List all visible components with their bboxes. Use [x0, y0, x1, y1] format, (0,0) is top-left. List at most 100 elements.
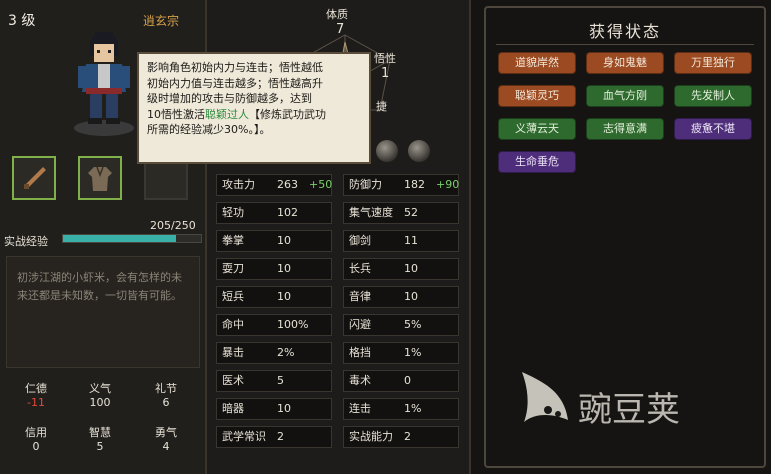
stat-row: 医术 5 [216, 370, 332, 392]
armor-slot[interactable] [78, 156, 122, 200]
stat-name: 闪避 [349, 318, 371, 331]
status-tag[interactable]: 先发制人 [674, 85, 752, 107]
stat-name: 暴击 [222, 346, 244, 359]
tooltip-line: 初始内力值与连击越多；悟性越高升 [147, 76, 323, 90]
stat-name: 耍刀 [222, 262, 244, 275]
tooltip-line: 10悟性激活聪颖过人【修炼武功武功 [147, 107, 361, 123]
status-tag[interactable]: 志得意满 [586, 118, 664, 140]
status-tag[interactable]: 疲惫不堪 [674, 118, 752, 140]
stat-value: 100% [277, 318, 309, 331]
status-tag[interactable]: 身如鬼魅 [586, 52, 664, 74]
virtue-value: 5 [96, 440, 104, 453]
tooltip-line: 所需的经验减少30%。】。 [147, 123, 271, 136]
weapon-slot[interactable] [12, 156, 56, 200]
tooltip-text: 【修炼武功武功 [249, 107, 326, 121]
virtue-value: -11 [27, 396, 45, 409]
tooltip-line: 影响角色初始内力与连击；悟性越低 [147, 61, 323, 74]
virtue-name: 智慧 [89, 426, 111, 439]
stat-row: 暴击 2% [216, 342, 332, 364]
stat-row: 御剑 11 [343, 230, 459, 252]
character-sect: 逍玄宗 [143, 14, 180, 28]
stat-row: 实战能力 2 [343, 426, 459, 448]
stat-name: 防御力 [349, 178, 382, 191]
stat-row: 暗器 10 [216, 398, 332, 420]
status-tag[interactable]: 聪颖灵巧 [498, 85, 576, 107]
attr-partial-label: 捷 [376, 100, 387, 113]
virtue-value: 100 [89, 396, 111, 409]
stat-name: 毒术 [349, 374, 371, 387]
stat-value: 10 [277, 290, 291, 303]
stat-name: 轻功 [222, 206, 244, 219]
stat-name: 拳掌 [222, 234, 244, 247]
character-portrait [74, 32, 134, 136]
virtue-value: 0 [32, 440, 40, 453]
stat-value: 182 [404, 178, 425, 191]
robe-icon [88, 166, 112, 191]
virtue-zhihui: 智慧 5 [70, 426, 130, 454]
stat-name: 集气速度 [349, 206, 393, 219]
virtue-name: 勇气 [155, 426, 177, 439]
stat-value: 1% [404, 346, 422, 359]
stat-name: 攻击力 [222, 178, 255, 191]
exp-value: 205/250 [150, 219, 196, 232]
virtue-yongqi: 勇气 4 [136, 426, 196, 454]
virtue-value: 4 [162, 440, 170, 453]
exp-bar-fill [63, 235, 177, 242]
attribute-tooltip: 影响角色初始内力与连击；悟性越低 初始内力值与连击越多；悟性越高升 级时增加的攻… [137, 52, 371, 164]
virtue-name: 仁德 [25, 382, 47, 395]
stat-bonus: +90 [436, 178, 460, 191]
stat-value: 10 [277, 234, 291, 247]
stat-name: 实战能力 [349, 430, 393, 443]
watermark-logo [522, 372, 568, 422]
divider-right [469, 0, 471, 474]
stat-row: 集气速度 52 [343, 202, 459, 224]
stat-row: 耍刀 10 [216, 258, 332, 280]
status-divider [496, 44, 754, 45]
stat-value: 10 [404, 262, 418, 275]
status-title: 获得状态 [588, 22, 661, 41]
stat-row: 格挡 1% [343, 342, 459, 364]
stat-value: 5 [277, 374, 284, 387]
stat-row: 攻击力 263 +50 [216, 174, 332, 196]
status-tag[interactable]: 义薄云天 [498, 118, 576, 140]
virtue-xinyong: 信用 0 [6, 426, 66, 454]
stat-value: 2 [404, 430, 411, 443]
virtue-lijie: 礼节 6 [136, 382, 196, 410]
stat-value: 52 [404, 206, 418, 219]
status-tag[interactable]: 生命垂危 [498, 151, 576, 173]
stat-name: 长兵 [349, 262, 371, 275]
attr-wuxing-value: 1 [381, 66, 390, 81]
stat-value: 2% [277, 346, 295, 359]
sword-icon [24, 167, 46, 189]
stat-value: 2 [277, 430, 284, 443]
virtue-rende: 仁德 -11 [6, 382, 66, 410]
stat-name: 连击 [349, 402, 371, 415]
attr-wuxing-label: 悟性 [374, 52, 396, 65]
stat-row: 轻功 102 [216, 202, 332, 224]
stat-row: 命中 100% [216, 314, 332, 336]
stat-value: 0 [404, 374, 411, 387]
virtue-name: 信用 [25, 426, 47, 439]
watermark-text: 豌豆荚 [578, 390, 680, 430]
stat-name: 命中 [222, 318, 244, 331]
stat-name: 暗器 [222, 402, 244, 415]
stat-row: 武学常识 2 [216, 426, 332, 448]
orb-icon [376, 140, 398, 162]
virtue-name: 义气 [89, 382, 111, 395]
attr-tizhi-value: 7 [336, 22, 345, 37]
stat-row: 连击 1% [343, 398, 459, 420]
stat-value: 1% [404, 402, 422, 415]
stat-row: 拳掌 10 [216, 230, 332, 252]
stat-value: 5% [404, 318, 422, 331]
status-tag[interactable]: 血气方刚 [586, 85, 664, 107]
stat-row: 毒术 0 [343, 370, 459, 392]
status-tag[interactable]: 万里独行 [674, 52, 752, 74]
status-tag[interactable]: 道貌岸然 [498, 52, 576, 74]
stat-name: 武学常识 [222, 430, 266, 443]
stat-row: 闪避 5% [343, 314, 459, 336]
stat-row: 防御力 182 +90 [343, 174, 459, 196]
stat-value: 10 [277, 262, 291, 275]
tooltip-highlight: 聪颖过人 [205, 107, 249, 121]
stat-value: 10 [404, 290, 418, 303]
stat-bonus: +50 [309, 178, 333, 191]
